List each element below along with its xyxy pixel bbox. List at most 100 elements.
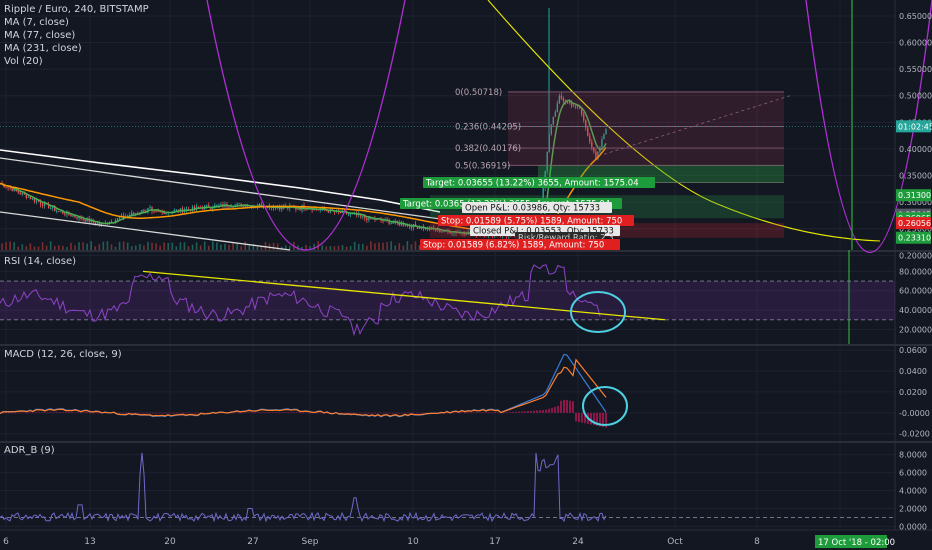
time-tick-label: 17 [489, 537, 500, 547]
candle-body [392, 222, 394, 224]
macd-hist-bar [254, 412, 256, 414]
rsi-tick-label: 80.0000 [899, 267, 932, 276]
macd-hist-bar [359, 412, 361, 414]
macd-hist-bar [95, 412, 97, 414]
macd-hist-bar [293, 412, 295, 413]
macd-hist-bar [8, 412, 10, 414]
macd-hist-bar [47, 412, 49, 413]
macd-hist-bar [266, 412, 268, 413]
volume-bar [228, 244, 230, 250]
macd-hist-bar [245, 412, 247, 414]
volume-bar [406, 241, 409, 250]
macd-hist-bar [455, 412, 457, 414]
volume-bar [224, 243, 226, 250]
macd-hist-bar [320, 412, 322, 414]
volume-bar [203, 241, 206, 250]
volume-bar [151, 242, 153, 250]
volume-bar [171, 242, 174, 250]
macd-hist-bar [356, 412, 358, 414]
candle-body [159, 211, 161, 213]
fib-level-label: 0.236(0.44205) [455, 123, 521, 133]
volume-bar [17, 246, 20, 250]
chart-background [0, 0, 932, 550]
macd-hist-bar [404, 412, 406, 414]
macd-hist-bar [554, 406, 556, 413]
volume-bar [110, 244, 113, 250]
volume-bar [199, 245, 202, 250]
macd-hist-bar [413, 412, 415, 414]
macd-hist-bar [452, 412, 454, 414]
macd-hist-bar [488, 412, 490, 413]
macd-hist-bar [68, 412, 70, 414]
trade-box-text: Stop: 0.01589 (6.82%) 1589, Amount: 750 [423, 241, 604, 251]
candle-body [25, 194, 28, 198]
price-tick-label: 0.65000 [899, 12, 932, 21]
volume-bar [333, 246, 336, 250]
candle-body [238, 203, 240, 205]
volume-bar [386, 242, 388, 250]
macd-hist-bar [506, 412, 508, 413]
study-ma7[interactable]: MA (7, close) [4, 16, 149, 29]
macd-hist-bar [197, 412, 199, 414]
macd-hist-bar [62, 412, 64, 413]
macd-hist-bar [398, 412, 400, 414]
macd-hist-bar [164, 412, 166, 414]
macd-hist-bar [89, 412, 91, 414]
macd-hist-bar [83, 412, 85, 414]
volume-bar [264, 242, 267, 250]
macd-hist-bar [521, 411, 523, 413]
macd-hist-bar [371, 412, 373, 414]
volume-bar [167, 243, 170, 250]
volume-bar [94, 246, 97, 250]
trading-chart[interactable]: 0(0.50718) 0.236(0.44205) 0.382(0.40176) 0.… [0, 0, 932, 550]
candle-body [133, 212, 135, 214]
macd-hist-bar [149, 412, 151, 414]
macd-hist-bar [284, 412, 286, 413]
trade-box-text: Target: 0.03655 (13.22%) 3655, Amount: 1… [425, 179, 639, 189]
candle-body [84, 219, 86, 222]
volume-bar [159, 245, 161, 250]
price-tick-label: 0.60000 [899, 39, 932, 48]
volume-bar [126, 242, 129, 250]
candle-body [220, 204, 222, 206]
macd-hist-bar [380, 412, 382, 414]
main-legend: Ripple / Euro, 240, BITSTAMP MA (7, clos… [4, 3, 149, 68]
macd-hist-bar [533, 410, 535, 413]
volume-bar [62, 245, 64, 250]
macd-hist-bar [578, 412, 580, 422]
volume-bar [183, 242, 186, 250]
macd-hist-bar [176, 412, 178, 414]
macd-hist-bar [479, 412, 481, 414]
study-ma231[interactable]: MA (231, close) [4, 42, 149, 55]
macd-hist-bar [305, 412, 307, 414]
macd-hist-bar [17, 412, 19, 414]
time-tick-label: 8 [754, 537, 760, 547]
macd-hist-bar [563, 399, 565, 413]
macd-hist-bar [275, 412, 277, 413]
macd-hist-bar [233, 412, 235, 414]
rsi-tick-label: 20.0000 [899, 325, 932, 334]
study-volume[interactable]: Vol (20) [4, 55, 149, 68]
time-tick-label: 10 [407, 537, 419, 547]
volume-bar [402, 245, 405, 250]
adr-label[interactable]: ADR_B (9) [4, 445, 55, 456]
volume-bar [5, 242, 7, 250]
macd-hist-bar [257, 412, 259, 414]
trade-box-text: Open P&L: 0.03986, Qty: 15733 [465, 204, 600, 214]
volume-bar [82, 242, 84, 250]
macd-label[interactable]: MACD (12, 26, close, 9) [4, 349, 122, 360]
macd-tick-label: 0.0600 [899, 346, 927, 355]
study-ma77[interactable]: MA (77, close) [4, 29, 149, 42]
symbol-title[interactable]: Ripple / Euro, 240, BITSTAMP [4, 3, 149, 16]
macd-hist-bar [278, 412, 280, 414]
macd-hist-bar [308, 412, 310, 414]
macd-hist-bar [518, 411, 520, 413]
rsi-label[interactable]: RSI (14, close) [4, 256, 76, 267]
macd-hist-bar [296, 412, 298, 413]
volume-bar [37, 246, 40, 250]
volume-bar [21, 244, 24, 250]
rsi-band [0, 281, 895, 320]
macd-hist-bar [581, 412, 583, 423]
fib-level-label: 0.382(0.40176) [455, 144, 521, 154]
volume-bar [272, 242, 275, 250]
